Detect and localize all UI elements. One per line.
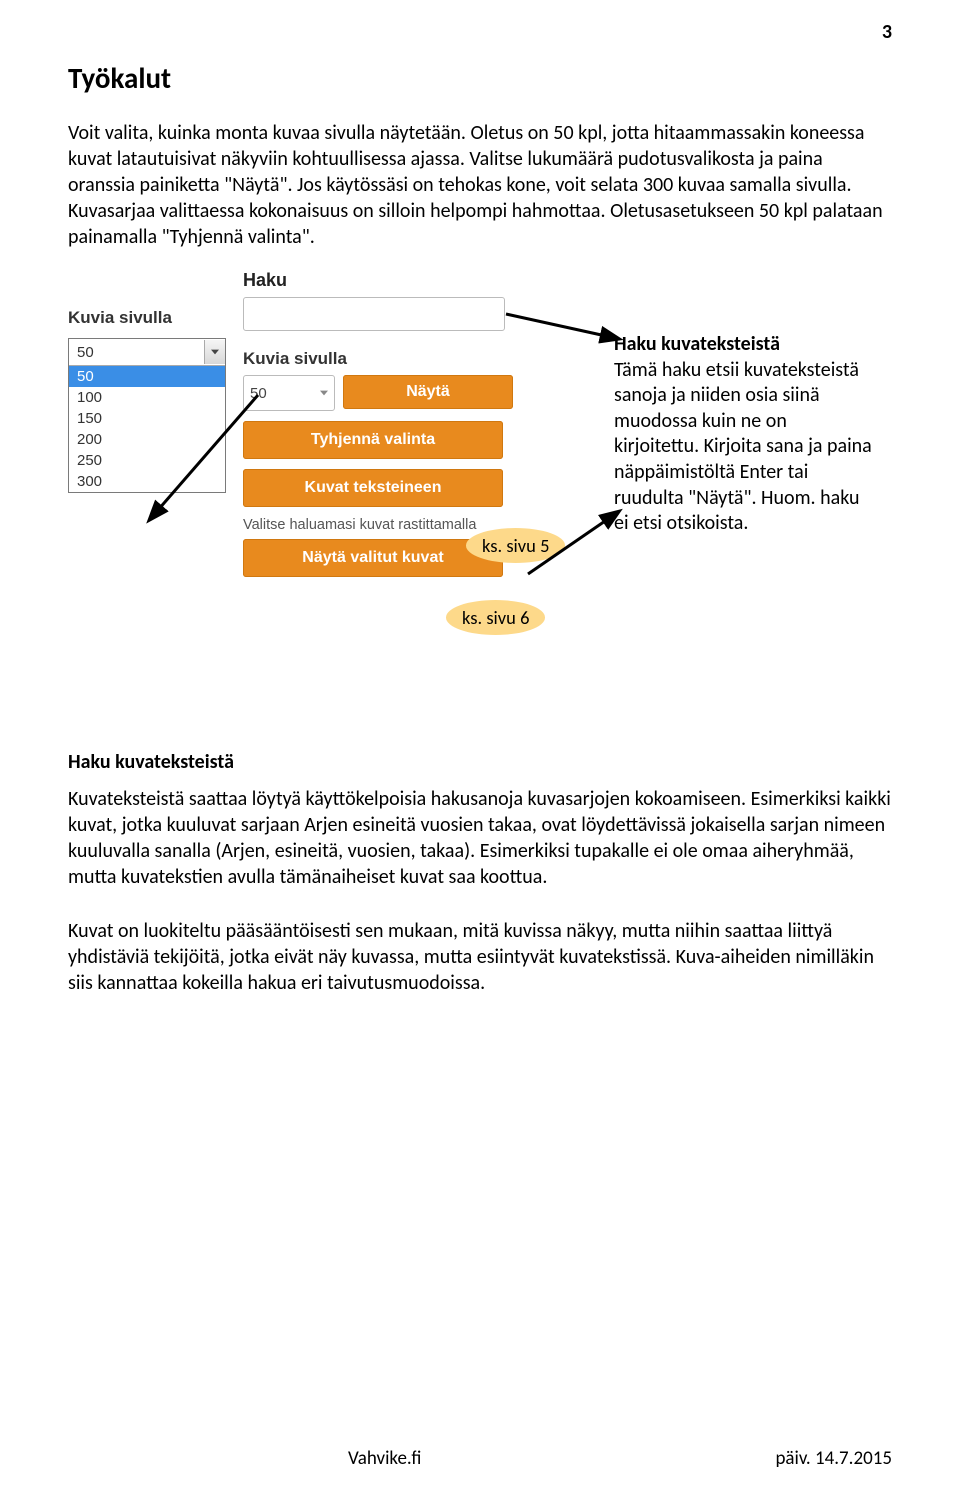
- section-heading: Haku kuvateksteistä: [68, 750, 892, 774]
- footer: Vahvike.fi päiv. 14.7.2015: [68, 1447, 892, 1470]
- section2-p1: Kuvateksteistä saattaa löytyä käyttökelp…: [68, 786, 892, 890]
- page-title: Työkalut: [68, 60, 892, 96]
- search-input[interactable]: [243, 297, 505, 331]
- dropdown-option[interactable]: 50: [69, 366, 225, 387]
- arrow-icon: [528, 514, 618, 584]
- show-selected-images-button[interactable]: Näytä valitut kuvat: [243, 539, 503, 577]
- left-column-label: Kuvia sivulla: [68, 308, 172, 328]
- intro-paragraph: Voit valita, kuinka monta kuvaa sivulla …: [68, 120, 892, 250]
- dropdown-selected-value: 50: [69, 344, 102, 361]
- arrow-icon: [506, 306, 616, 346]
- chevron-down-icon: [211, 349, 219, 355]
- footer-site: Vahvike.fi: [348, 1447, 421, 1470]
- search-label: Haku: [243, 270, 513, 291]
- arrow-icon: [148, 390, 268, 530]
- section2-p2: Kuvat on luokiteltu pääsääntöisesti sen …: [68, 918, 892, 996]
- dropdown-toggle-button[interactable]: [204, 340, 225, 364]
- images-per-page-label: Kuvia sivulla: [243, 349, 513, 369]
- clear-selection-button[interactable]: Tyhjennä valinta: [243, 421, 503, 459]
- side-note: Haku kuvateksteistä Tämä haku etsii kuva…: [614, 332, 876, 537]
- side-note-heading: Haku kuvateksteistä: [614, 332, 780, 356]
- chevron-down-icon: [320, 390, 328, 396]
- dropdown-display[interactable]: 50: [69, 339, 225, 366]
- side-note-body: Tämä haku etsii kuva­teksteistä sanoja j…: [614, 358, 872, 536]
- callout-page6: ks. sivu 6: [446, 600, 545, 635]
- figure: Kuvia sivulla 50 50 100 150 200 250 300 …: [68, 270, 888, 690]
- images-with-text-button[interactable]: Kuvat teksteineen: [243, 469, 503, 507]
- helper-text: Valitse haluamasi kuvat rastittamalla: [243, 517, 513, 533]
- show-button[interactable]: Näytä: [343, 375, 513, 409]
- page-number: 3: [882, 20, 892, 44]
- footer-date: päiv. 14.7.2015: [775, 1447, 892, 1470]
